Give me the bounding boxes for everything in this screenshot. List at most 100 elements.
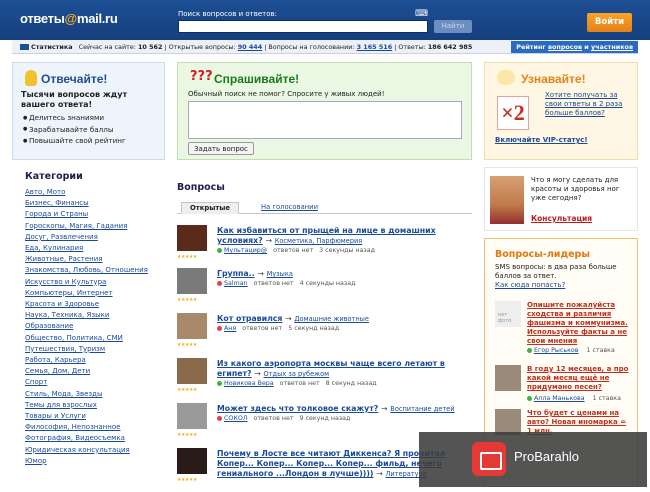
answers-value: 186 642 985 [427, 43, 473, 51]
rating-stars: ★★★★★ [177, 387, 197, 393]
category-link[interactable]: Компьютеры, Интернет [25, 288, 148, 299]
double-points-link[interactable]: Хотите получать за свои ответы в 2 раза … [545, 91, 631, 118]
leader-question-link[interactable]: Опишите пожалуйста сходства и различия ф… [527, 301, 633, 346]
answers-count: ответов нет [242, 325, 283, 332]
x2-badge[interactable]: ×2 [497, 96, 529, 130]
time-ago: 4 секунды назад [299, 280, 356, 287]
category-link[interactable]: Фотография, Видеосъемка [25, 433, 148, 444]
question-category-link[interactable]: Музыка [267, 270, 293, 278]
stats-icon [20, 44, 29, 50]
user-link[interactable]: Новикова Вера [224, 380, 274, 387]
list-item: Зарабатывайте баллы [23, 124, 126, 136]
user-link[interactable]: Salman [224, 280, 248, 287]
tab-voting[interactable]: На голосовании [253, 202, 326, 214]
ask-hint: Обычный поиск не помог? Спросите у живых… [188, 90, 385, 98]
avatar[interactable] [495, 365, 521, 391]
category-link[interactable]: Юмор [25, 456, 148, 467]
user-link[interactable]: Мультацир@ [224, 247, 267, 254]
keyboard-icon[interactable]: ⌨ [415, 9, 428, 19]
site-logo[interactable]: ответы@mail.ru [20, 11, 118, 26]
avatar[interactable] [177, 268, 207, 294]
ask-panel: ??? Спрашивайте! Обычный поиск не помог?… [177, 62, 472, 160]
category-link[interactable]: Гороскопы, Магия, Гадания [25, 221, 148, 232]
vote-value[interactable]: 3 165 516 [357, 43, 393, 51]
answer-subtitle: Тысячи вопросов ждут вашего ответа! [21, 90, 128, 109]
expert-photo[interactable] [490, 176, 524, 224]
avatar[interactable] [177, 403, 207, 429]
question-textarea[interactable] [188, 101, 462, 139]
rating-banner: Рейтинг вопросов и участников [511, 41, 638, 53]
category-link[interactable]: Знакомства, Любовь, Отношения [25, 265, 148, 276]
arrow: → [254, 369, 261, 378]
category-link[interactable]: Досуг, Развлечения [25, 232, 148, 243]
search-button[interactable]: Найти [434, 20, 472, 33]
no-photo-label: нет фото [498, 312, 512, 324]
question-title-link[interactable]: Кот отравился [217, 314, 282, 323]
question-title-link[interactable]: Может здесь что толковое скажут? [217, 404, 378, 413]
vip-link[interactable]: Включайте VIP-статус! [495, 136, 588, 144]
ad-overlay[interactable]: ProBarahlo [419, 432, 647, 487]
arrow: → [257, 269, 264, 278]
list-item: Повышайте свой рейтинг [23, 135, 126, 147]
stats-title: Статистика [31, 43, 73, 51]
avatar[interactable] [177, 313, 207, 339]
category-link[interactable]: Темы для взрослых [25, 400, 148, 411]
consultation-link[interactable]: Консультация [531, 214, 592, 223]
answer-title[interactable]: Отвечайте! [41, 72, 107, 86]
how-to-get-here-link[interactable]: Как сюда попасть? [495, 281, 565, 289]
category-link[interactable]: Красота и Здоровье [25, 299, 148, 310]
category-link[interactable]: Спорт [25, 377, 148, 388]
question-category-link[interactable]: Отдых за рубежом [264, 370, 330, 378]
user-link[interactable]: Аня [224, 325, 236, 332]
expert-question: Что я могу сделать для красоты и здоровь… [531, 176, 620, 202]
category-link[interactable]: Искусство и Культура [25, 277, 148, 288]
question-title-link[interactable]: Группа.. [217, 269, 255, 278]
open-value[interactable]: 90 444 [238, 43, 262, 51]
rating-users-link[interactable]: участников [591, 43, 633, 51]
user-link[interactable]: Егор Рыськов [534, 347, 578, 354]
category-link[interactable]: Философия, Непознанное [25, 422, 148, 433]
category-link[interactable]: Бизнес, Финансы [25, 198, 148, 209]
login-button[interactable]: Войти [587, 13, 632, 32]
category-link[interactable]: Товары и Услуги [25, 411, 148, 422]
question-title-link[interactable]: Из какого аэропорта москвы чаще всего ле… [217, 359, 445, 378]
avatar[interactable] [177, 358, 207, 384]
question-category-link[interactable]: Домашние животные [294, 315, 369, 323]
category-link[interactable]: Семья, Дом, Дети [25, 366, 148, 377]
user-link[interactable]: Алла Манькова [534, 395, 585, 402]
avatar[interactable] [177, 448, 207, 474]
ad-text: ProBarahlo [514, 449, 580, 464]
category-link[interactable]: Животные, Растения [25, 254, 148, 265]
question-category-link[interactable]: Воспитание детей [390, 405, 454, 413]
time-ago: 3 секунды назад [319, 247, 375, 254]
category-link[interactable]: Работа, Карьера [25, 355, 148, 366]
category-link[interactable]: Образование [25, 321, 148, 332]
answers-count: ответов нет [253, 280, 294, 287]
rating-questions-link[interactable]: вопросов [548, 43, 582, 51]
question-item: ★★★★★ Как избавиться от прыщей на лице в … [177, 225, 462, 269]
category-link[interactable]: Путешествия, Туризм [25, 344, 148, 355]
avatar[interactable]: нет фото [495, 301, 521, 327]
category-link[interactable]: Юридическая консультация [25, 445, 148, 456]
time-ago: 5 секунд назад [288, 325, 340, 332]
tab-open[interactable]: Открытые [181, 202, 240, 214]
category-link[interactable]: Авто, Мото [25, 187, 148, 198]
header: ответы@mail.ru Поиск вопросов и ответов:… [0, 0, 650, 40]
category-link[interactable]: Общество, Политика, СМИ [25, 333, 148, 344]
search-input[interactable] [178, 20, 428, 33]
leader-meta: Егор Рыськов 1 ставка [527, 347, 615, 354]
ask-question-button[interactable]: Задать вопрос [188, 142, 254, 155]
time-ago: 9 секунд назад [299, 415, 351, 422]
time-ago: 8 секунд назад [325, 380, 377, 387]
question-category-link[interactable]: Косметика, Парфюмерия [275, 237, 363, 245]
status-dot [217, 247, 222, 253]
category-link[interactable]: Города и Страны [25, 209, 148, 220]
leader-question-link[interactable]: В году 12 месяцев, а про какой месяц ещё… [527, 365, 633, 392]
avatar[interactable] [177, 225, 207, 251]
category-link[interactable]: Наука, Техника, Языки [25, 310, 148, 321]
user-link[interactable]: СОКОЛ [224, 415, 248, 422]
status-dot [527, 347, 532, 353]
tv-icon [472, 442, 506, 476]
category-link[interactable]: Стиль, Мода, Звезды [25, 389, 148, 400]
category-link[interactable]: Еда, Кулинария [25, 243, 148, 254]
